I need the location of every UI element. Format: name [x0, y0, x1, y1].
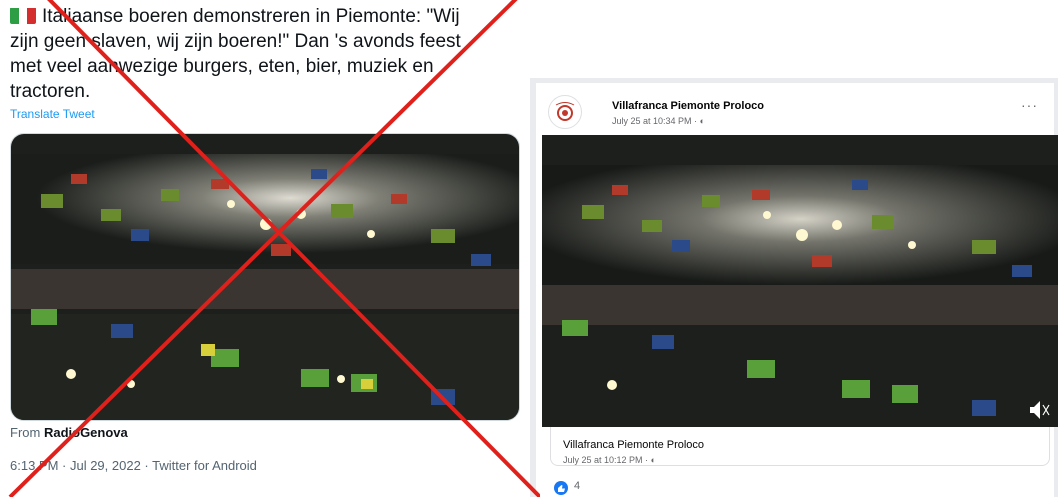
thumbs-up-icon	[558, 485, 565, 492]
tweet-video[interactable]	[10, 133, 520, 421]
tweet-timestamp[interactable]: 6:13 PM · Jul 29, 2022 · Twitter for And…	[10, 458, 257, 473]
shared-page-name[interactable]: Villafranca Piemonte Proloco	[563, 439, 704, 451]
from-label: From	[10, 425, 44, 440]
tweet-panel: Italiaanse boeren demonstreren in Piemon…	[0, 0, 530, 497]
italian-flag-icon	[10, 7, 36, 24]
facebook-panel: Villafranca Piemonte Proloco July 25 at …	[530, 78, 1058, 497]
tweet-source: From RadioGenova	[10, 425, 128, 440]
source-account-link[interactable]: RadioGenova	[44, 425, 128, 440]
post-date[interactable]: July 25 at 10:34 PM · ◐	[612, 116, 705, 126]
shared-post-card[interactable]: Villafranca Piemonte Proloco July 25 at …	[550, 427, 1050, 466]
globe-icon: ◐	[650, 455, 656, 465]
facebook-video[interactable]	[542, 135, 1058, 427]
proloco-logo-icon	[555, 102, 575, 121]
page-avatar[interactable]	[548, 95, 582, 129]
tractors-night-video-frame	[542, 135, 1058, 427]
tractors-night-image	[11, 134, 519, 420]
translate-tweet-link[interactable]: Translate Tweet	[10, 107, 95, 121]
facebook-post: Villafranca Piemonte Proloco July 25 at …	[536, 83, 1058, 497]
globe-icon: ◐	[699, 116, 705, 126]
tweet-text-line: tractoren.	[10, 81, 91, 102]
tweet-text-line: zijn geen slaven, wij zijn boeren!" Dan …	[10, 31, 461, 52]
tweet-text: Italiaanse boeren demonstreren in Piemon…	[10, 4, 510, 104]
page-name[interactable]: Villafranca Piemonte Proloco	[612, 100, 764, 112]
more-options-button[interactable]: ···	[1021, 97, 1038, 113]
like-reaction-icon[interactable]	[554, 481, 568, 495]
like-count[interactable]: 4	[574, 480, 580, 492]
tweet-text-line: met veel aanwezige burgers, eten, bier, …	[10, 56, 434, 77]
shared-post-date: July 25 at 10:12 PM · ◐	[563, 455, 656, 465]
post-date-text: July 25 at 10:34 PM ·	[612, 116, 700, 126]
tweet-text-line: Italiaanse boeren demonstreren in Piemon…	[42, 6, 460, 27]
shared-post-date-text: July 25 at 10:12 PM ·	[563, 455, 651, 465]
